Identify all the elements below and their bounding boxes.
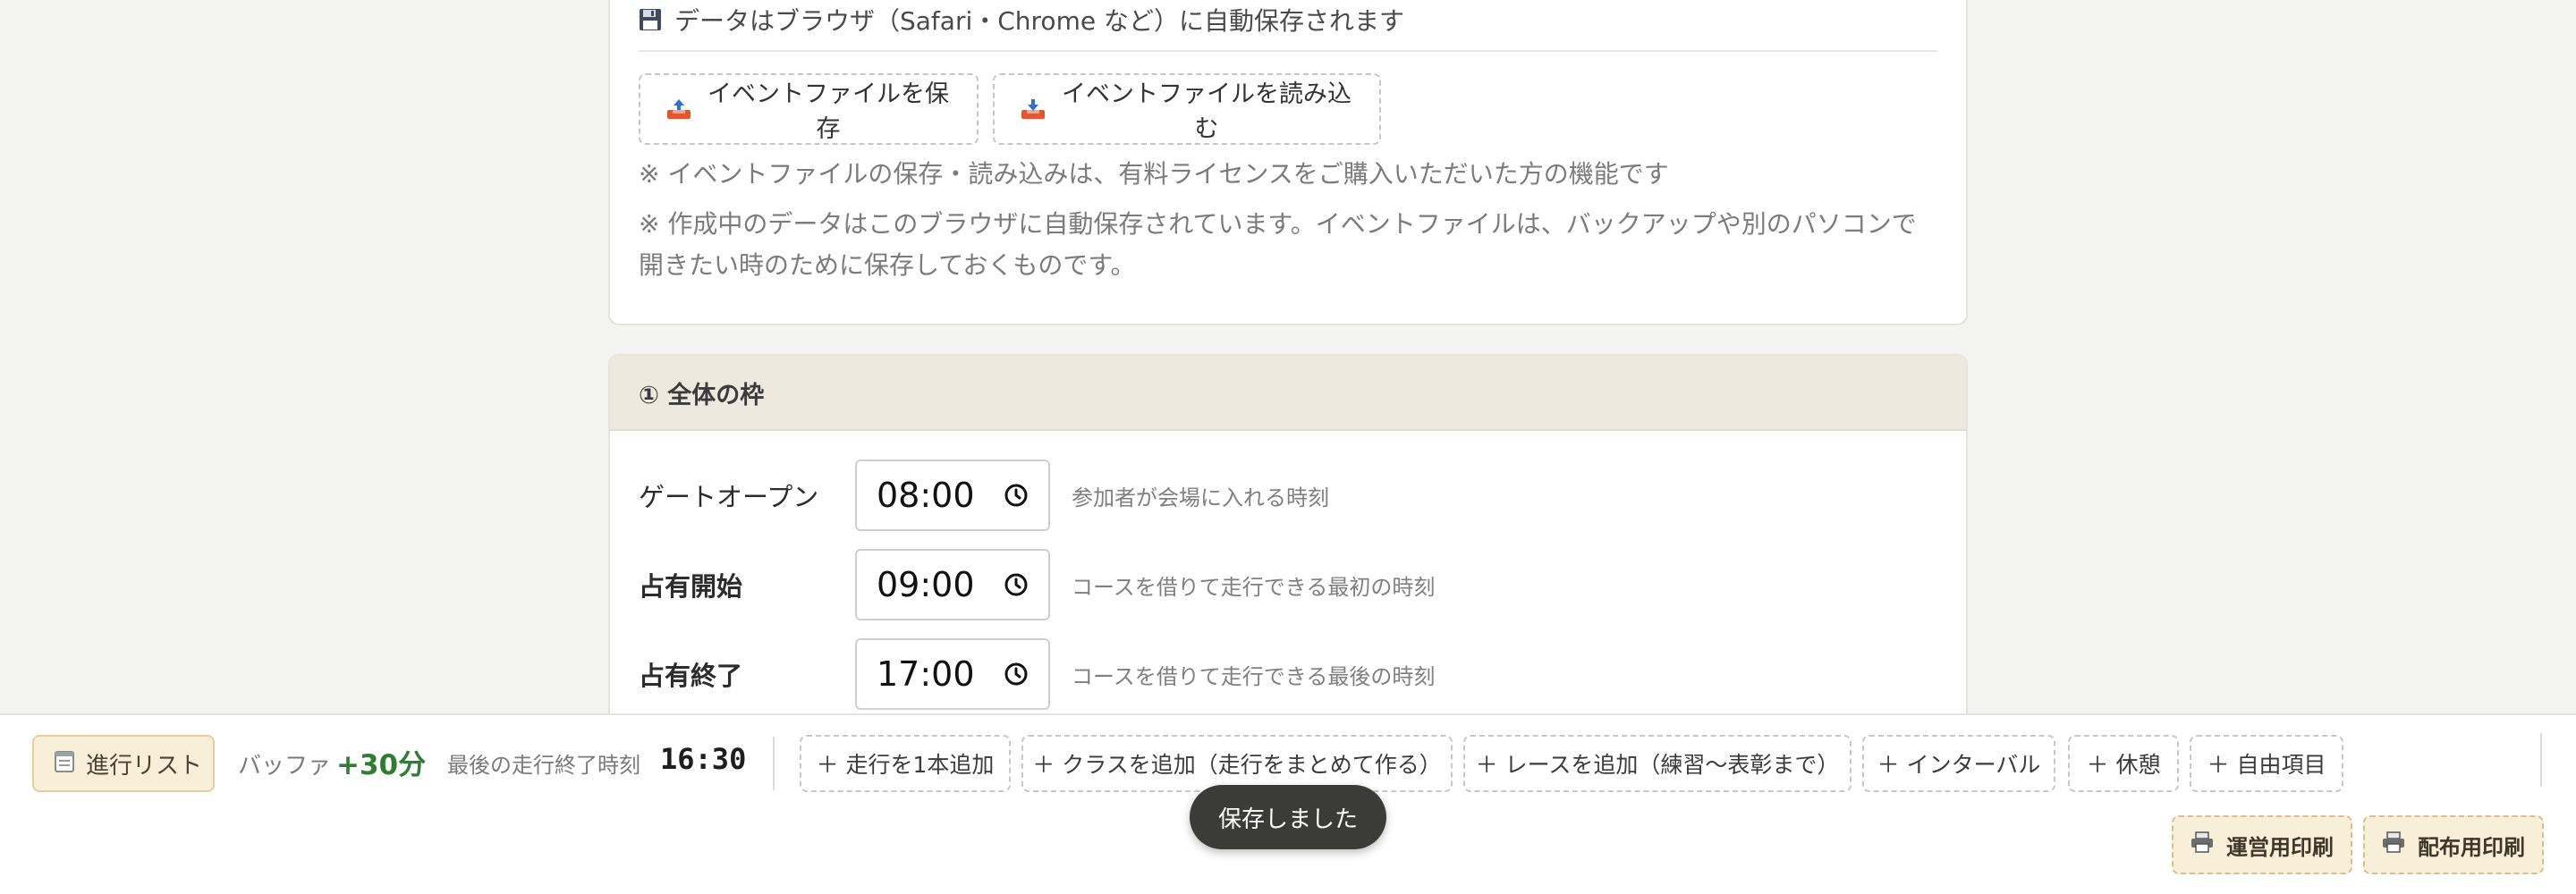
outbox-tray-icon bbox=[665, 97, 692, 121]
inbox-tray-icon bbox=[1020, 97, 1046, 121]
file-settings-card: データはブラウザ（Safari・Chrome など）に自動保存されます イベント… bbox=[608, 0, 1968, 325]
save-event-file-button[interactable]: イベントファイルを保存 bbox=[639, 73, 979, 145]
notepad-icon bbox=[54, 749, 75, 779]
printer-icon bbox=[2190, 831, 2214, 859]
clock-icon[interactable] bbox=[1004, 662, 1029, 687]
gate-open-label: ゲートオープン bbox=[639, 482, 819, 512]
add-race-button[interactable]: ＋ レースを追加（練習〜表彰まで） bbox=[1463, 735, 1852, 792]
autosave-notice: データはブラウザ（Safari・Chrome など）に自動保存されます bbox=[639, 2, 1404, 38]
print-distribution-label: 配布用印刷 bbox=[2418, 835, 2525, 860]
occupy-start-row: 占有開始 09:00 コースを借りて走行できる最初の時刻 bbox=[639, 549, 1435, 620]
last-run-end-label: 最後の走行終了時刻 bbox=[447, 753, 640, 778]
occupy-end-hint: コースを借りて走行できる最後の時刻 bbox=[1072, 663, 1436, 689]
progress-list-label: 進行リスト bbox=[86, 751, 203, 779]
add-class-button[interactable]: ＋ クラスを追加（走行をまとめて作る） bbox=[1021, 735, 1453, 792]
gate-open-time-value: 08:00 bbox=[877, 476, 975, 515]
occupy-end-row: 占有終了 17:00 コースを借りて走行できる最後の時刻 bbox=[639, 638, 1435, 710]
occupy-start-time-input[interactable]: 09:00 bbox=[855, 549, 1050, 620]
gate-open-hint: 参加者が会場に入れる時刻 bbox=[1072, 485, 1329, 510]
add-run-button[interactable]: ＋ 走行を1本追加 bbox=[800, 735, 1011, 792]
add-interval-button[interactable]: ＋ インターバル bbox=[1862, 735, 2055, 792]
toolbar-right-divider bbox=[2540, 733, 2542, 787]
print-distribution-button[interactable]: 配布用印刷 bbox=[2363, 815, 2544, 874]
print-operations-label: 運営用印刷 bbox=[2226, 835, 2334, 860]
gate-open-row: ゲートオープン 08:00 参加者が会場に入れる時刻 bbox=[639, 460, 1329, 531]
progress-list-button[interactable]: 進行リスト bbox=[32, 735, 215, 792]
backup-note: ※ 作成中のデータはこのブラウザに自動保存されています。イベントファイルは、バッ… bbox=[639, 209, 1917, 280]
occupy-start-hint: コースを借りて走行できる最初の時刻 bbox=[1072, 574, 1436, 600]
load-event-file-button[interactable]: イベントファイルを読み込む bbox=[993, 73, 1381, 145]
page: データはブラウザ（Safari・Chrome など）に自動保存されます イベント… bbox=[0, 0, 2576, 894]
license-note: ※ イベントファイルの保存・読み込みは、有料ライセンスをご購入いただいた方の機能… bbox=[639, 159, 1669, 189]
floppy-disk-icon bbox=[639, 8, 662, 31]
section-title: ① 全体の枠 bbox=[610, 356, 1966, 431]
occupy-start-label: 占有開始 bbox=[639, 571, 743, 602]
buffer-value: +30分 bbox=[336, 749, 427, 781]
occupy-end-label: 占有終了 bbox=[639, 661, 743, 691]
clock-icon[interactable] bbox=[1004, 483, 1029, 508]
buffer-label: バッファ bbox=[238, 753, 332, 780]
occupy-end-time-value: 17:00 bbox=[877, 654, 975, 694]
last-run-end-value: 16:30 bbox=[660, 742, 747, 776]
occupy-end-time-input[interactable]: 17:00 bbox=[855, 638, 1050, 710]
clock-icon[interactable] bbox=[1004, 572, 1029, 597]
add-free-item-button[interactable]: ＋ 自由項目 bbox=[2190, 735, 2343, 792]
save-event-file-label: イベントファイルを保存 bbox=[708, 80, 949, 143]
toolbar-divider bbox=[773, 737, 775, 790]
divider bbox=[639, 50, 1937, 52]
saved-toast: 保存しました bbox=[1190, 785, 1386, 849]
add-break-button[interactable]: ＋ 休憩 bbox=[2068, 735, 2179, 792]
gate-open-time-input[interactable]: 08:00 bbox=[855, 460, 1050, 531]
autosave-text: データはブラウザ（Safari・Chrome など）に自動保存されます bbox=[674, 6, 1404, 36]
print-operations-button[interactable]: 運営用印刷 bbox=[2172, 815, 2352, 874]
load-event-file-label: イベントファイルを読み込む bbox=[1062, 80, 1352, 143]
printer-icon bbox=[2382, 831, 2405, 859]
occupy-start-time-value: 09:00 bbox=[877, 565, 975, 604]
